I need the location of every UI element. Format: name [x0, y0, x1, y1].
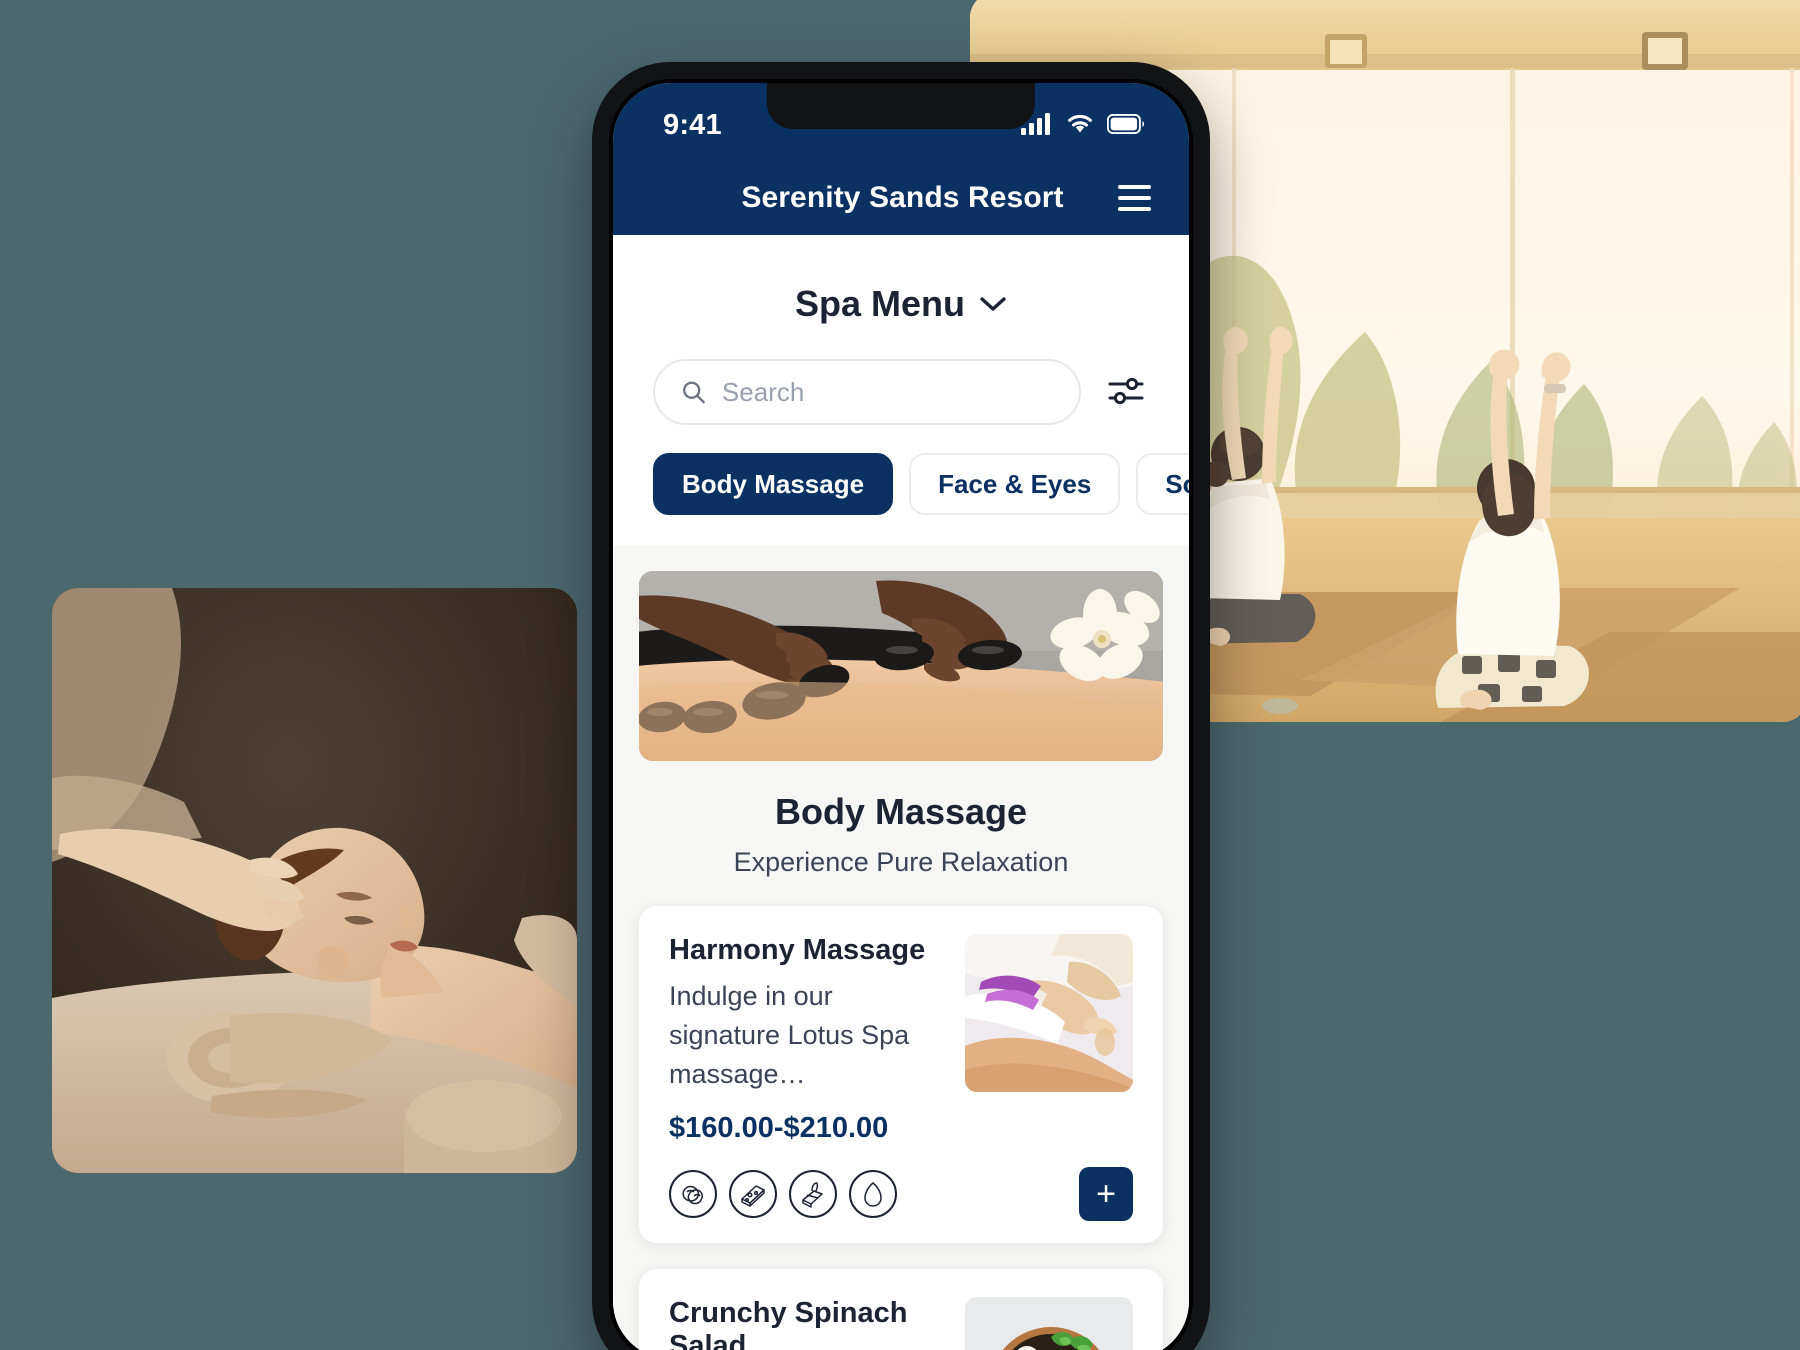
card-text: Crunchy Spinach Salad Fresh beetroot sal… [669, 1297, 943, 1350]
category-chip-face-and-eyes[interactable]: Face & Eyes [909, 453, 1121, 515]
menu-controls: Spa Menu Search Body Massage Face & Eyes… [613, 235, 1189, 545]
search-icon [683, 381, 705, 404]
facial-massage-photo [52, 588, 577, 1173]
hot-stone-massage-image [639, 571, 1163, 761]
phone-screen: 9:41 Serenity Sands Resort Spa Menu Sear… [613, 83, 1189, 1350]
item-title: Harmony Massage [669, 934, 926, 966]
search-input[interactable] [721, 376, 1053, 408]
battery-icon [1107, 114, 1145, 134]
phone-notch [767, 83, 1035, 129]
item-price: $160.00-$210.00 [669, 1112, 889, 1145]
egg-icon [849, 1170, 897, 1219]
hamburger-menu-icon[interactable] [1118, 185, 1151, 211]
cheese-icon [729, 1170, 777, 1219]
oil-massage-thumbnail [965, 934, 1133, 1092]
section-title: Body Massage [774, 791, 1028, 832]
salad-bowl-thumbnail [965, 1297, 1133, 1350]
section-subtitle: Experience Pure Relaxation [733, 847, 1069, 877]
page-canvas: 9:41 Serenity Sands Resort Spa Menu Sear… [0, 0, 1800, 1350]
phone-mockup: 9:41 Serenity Sands Resort Spa Menu Sear… [592, 62, 1210, 1350]
category-chip-body-massage[interactable]: Body Massage [653, 453, 894, 515]
wifi-icon [1068, 114, 1092, 133]
category-chip-soup[interactable]: Soup [1136, 453, 1189, 515]
search-row [613, 359, 1189, 453]
category-chip-list[interactable]: Body Massage Face & Eyes Soup Pa [613, 453, 1189, 545]
card-top: Harmony Massage Indulge in our signature… [669, 934, 1133, 1145]
menu-item-card[interactable]: Crunchy Spinach Salad Fresh beetroot sal… [639, 1269, 1163, 1350]
peanut-icon [669, 1170, 717, 1219]
app-title: Serenity Sands Resort [741, 181, 1064, 214]
card-top: Crunchy Spinach Salad Fresh beetroot sal… [669, 1297, 1133, 1350]
card-text: Harmony Massage Indulge in our signature… [669, 934, 943, 1145]
add-item-button[interactable]: + [1079, 1167, 1133, 1222]
status-time: 9:41 [663, 109, 722, 141]
page-title: Spa Menu [794, 283, 965, 324]
chevron-down-icon[interactable] [979, 295, 1007, 313]
gluten-icon [789, 1170, 837, 1219]
menu-scroll-area[interactable]: Body Massage Experience Pure Relaxation … [613, 545, 1189, 1350]
allergen-icon-list [669, 1170, 897, 1219]
item-description: Indulge in our signature Lotus Spa massa… [669, 981, 910, 1090]
spa-menu-selector[interactable]: Spa Menu [613, 235, 1189, 359]
sliders-filter-icon[interactable] [1103, 368, 1149, 417]
menu-item-card[interactable]: Harmony Massage Indulge in our signature… [639, 906, 1163, 1244]
item-title: Crunchy Spinach Salad [669, 1297, 908, 1350]
phone-bezel: 9:41 Serenity Sands Resort Spa Menu Sear… [609, 79, 1193, 1350]
status-icons [1021, 113, 1145, 135]
card-bottom: + [669, 1167, 1133, 1222]
search-box[interactable] [653, 359, 1081, 425]
app-header: Serenity Sands Resort [613, 161, 1189, 235]
